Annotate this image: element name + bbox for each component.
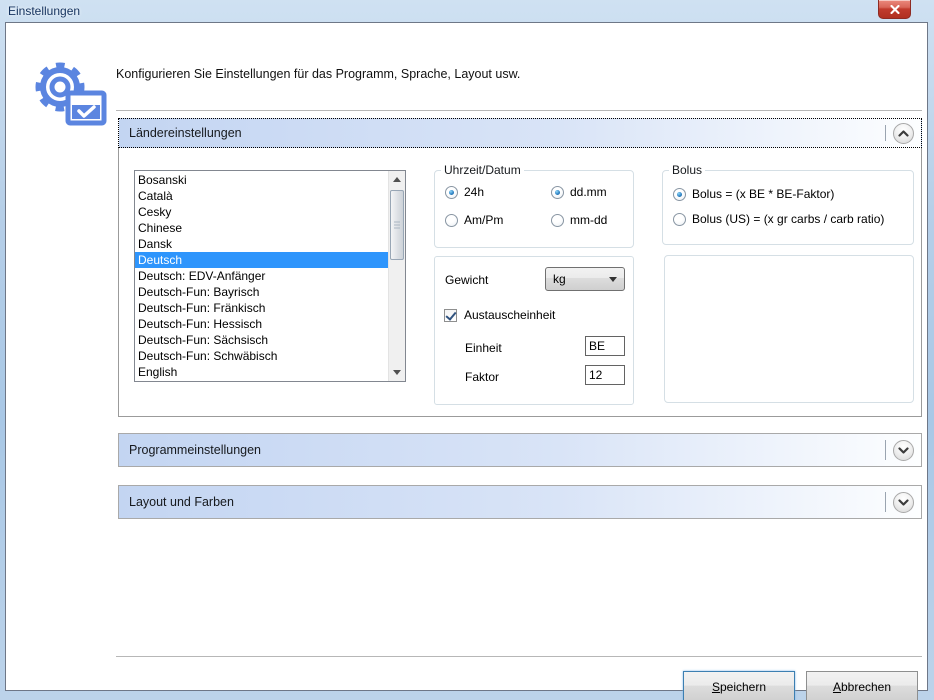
window-title: Einstellungen (8, 4, 80, 18)
arrow-down-icon (393, 370, 401, 375)
collapse-section-button[interactable] (893, 123, 914, 144)
radio-option-24h[interactable]: 24h (445, 185, 551, 199)
chevron-down-icon (898, 447, 909, 454)
expand-section-button[interactable] (893, 492, 914, 513)
header-divider (885, 492, 886, 511)
language-item[interactable]: Dansk (135, 236, 388, 252)
save-button[interactable]: Speichern (683, 671, 795, 700)
language-item[interactable]: Deutsch-Fun: Fränkisch (135, 300, 388, 316)
einheit-input[interactable] (585, 336, 625, 356)
settings-gear-icon (26, 55, 112, 133)
austauscheinheit-checkbox[interactable] (444, 309, 457, 322)
section-title: Layout und Farben (129, 495, 234, 509)
einheit-label: Einheit (465, 341, 502, 355)
bolus-detail-panel (664, 255, 914, 403)
radio-option-ddmm[interactable]: dd.mm (551, 185, 633, 199)
language-item[interactable]: Chinese (135, 220, 388, 236)
language-item[interactable]: Deutsch: EDV-Anfänger (135, 268, 388, 284)
section-title: Ländereinstellungen (129, 126, 242, 140)
radio-option-ampm[interactable]: Am/Pm (445, 213, 551, 227)
close-button[interactable] (878, 0, 911, 19)
radio-option-bolus-us[interactable]: Bolus (US) = (x gr carbs / carb ratio) (673, 212, 913, 226)
section-header-layout-und-farben[interactable]: Layout und Farben (118, 485, 922, 519)
header-divider (885, 125, 886, 142)
radio-icon[interactable] (445, 214, 458, 227)
faktor-label: Faktor (465, 370, 499, 384)
scroll-up-button[interactable] (389, 171, 405, 188)
dropdown-arrow-icon (609, 277, 617, 282)
expand-section-button[interactable] (893, 440, 914, 461)
thumb-grip-icon (394, 222, 400, 229)
gewicht-label: Gewicht (445, 273, 488, 287)
section-header-programmeinstellungen[interactable]: Programmeinstellungen (118, 433, 922, 467)
language-item[interactable]: Deutsch (135, 252, 388, 268)
close-icon (890, 5, 900, 14)
language-item[interactable]: Deutsch-Fun: Schwäbisch (135, 348, 388, 364)
language-item[interactable]: Cesky (135, 204, 388, 220)
dialog-content: Konfigurieren Sie Einstellungen für das … (5, 22, 928, 691)
settings-window: Einstellungen Konfigurieren Sie Einstell… (0, 0, 934, 700)
radio-option-bolus-be[interactable]: Bolus = (x BE * BE-Faktor) (673, 187, 913, 201)
radio-icon[interactable] (551, 186, 564, 199)
header-divider (885, 440, 886, 459)
radio-icon[interactable] (673, 213, 686, 226)
austauscheinheit-label: Austauscheinheit (464, 308, 555, 322)
group-bolus: Bolus Bolus = (x BE * BE-Faktor) Bolus (… (662, 163, 914, 245)
scroll-down-button[interactable] (389, 364, 405, 381)
language-item[interactable]: English (135, 364, 388, 380)
footer-separator (116, 656, 922, 657)
header-separator (116, 110, 922, 111)
group-title: Bolus (669, 163, 705, 177)
arrow-up-icon (393, 177, 401, 182)
language-item[interactable]: Deutsch-Fun: Sächsisch (135, 332, 388, 348)
chevron-up-icon (898, 130, 909, 137)
scrollbar-thumb[interactable] (390, 190, 404, 260)
language-item[interactable]: Deutsch-Fun: Hessisch (135, 316, 388, 332)
language-item[interactable]: Deutsch-Fun: Bayrisch (135, 284, 388, 300)
radio-icon[interactable] (673, 188, 686, 201)
titlebar[interactable]: Einstellungen (0, 0, 934, 22)
radio-icon[interactable] (445, 186, 458, 199)
language-item[interactable]: Català (135, 188, 388, 204)
radio-icon[interactable] (551, 214, 564, 227)
listbox-scrollbar[interactable] (388, 171, 405, 381)
austauscheinheit-row[interactable]: Austauscheinheit (444, 308, 555, 322)
language-listbox[interactable]: BosanskiCatalàCeskyChineseDanskDeutschDe… (134, 170, 406, 382)
group-title: Uhrzeit/Datum (441, 163, 524, 177)
cancel-button[interactable]: Abbrechen (806, 671, 918, 700)
dialog-description: Konfigurieren Sie Einstellungen für das … (116, 67, 520, 81)
radio-option-mmdd[interactable]: mm-dd (551, 213, 633, 227)
chevron-down-icon (898, 499, 909, 506)
weight-unit-dropdown[interactable]: kg (545, 267, 625, 291)
language-item[interactable]: Bosanski (135, 172, 388, 188)
weight-unit-value: kg (553, 272, 566, 286)
group-gewicht: Gewicht kg Austauscheinheit Einheit Fakt… (434, 256, 634, 405)
section-title: Programmeinstellungen (129, 443, 261, 457)
group-uhrzeit-datum: Uhrzeit/Datum 24h dd.mm Am/Pm mm-dd (434, 163, 634, 248)
section-header-laendereinstellungen[interactable]: Ländereinstellungen (118, 118, 922, 148)
faktor-input[interactable] (585, 365, 625, 385)
language-items: BosanskiCatalàCeskyChineseDanskDeutschDe… (135, 171, 388, 381)
